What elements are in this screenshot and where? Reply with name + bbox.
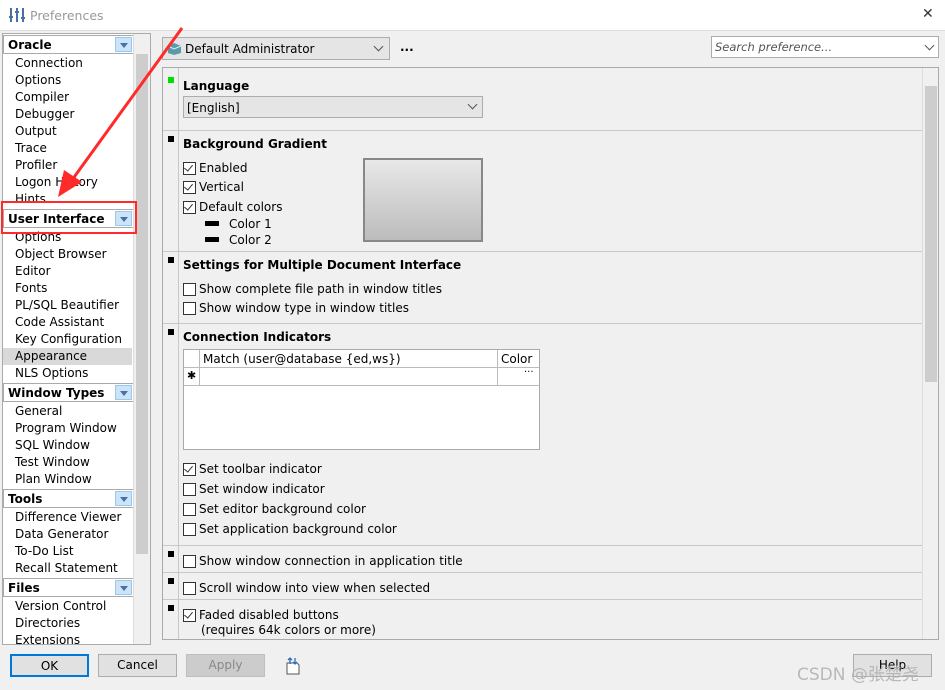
sidebar-item[interactable]: Options [3,229,132,246]
sidebar-item[interactable]: Hints [3,191,132,208]
gradient-preview [363,158,483,242]
gradient-vertical-checkbox[interactable]: Vertical [183,180,244,194]
sidebar-item[interactable]: Debugger [3,106,132,123]
color1-label: Color 1 [229,217,272,231]
sidebar-item[interactable]: Plan Window [3,471,132,488]
profile-select[interactable]: Default Administrator [162,37,390,60]
sidebar-item[interactable]: Data Generator [3,526,132,543]
sidebar-item[interactable]: To-Do List [3,543,132,560]
group-header-user-interface[interactable]: User Interface [3,209,134,228]
chevron-down-icon [924,40,935,51]
chevron-down-icon [373,41,384,52]
sidebar-item[interactable]: Object Browser [3,246,132,263]
profile-value: Default Administrator [185,42,315,56]
tree-scrollbar[interactable] [133,34,150,644]
sidebar-item[interactable]: Directories [3,615,132,632]
search-placeholder: Search preference... [715,40,833,54]
color1-swatch[interactable] [205,221,219,226]
sidebar-item[interactable]: NLS Options [3,365,132,382]
collapse-icon[interactable] [115,491,132,506]
modified-marker [168,77,174,83]
faded-note: (requires 64k colors or more) [201,623,376,637]
sidebar-item[interactable]: Key Configuration [3,331,132,348]
group-label: Oracle [8,38,52,52]
window-indicator-checkbox[interactable]: Set window indicator [183,482,325,496]
full-path-checkbox[interactable]: Show complete file path in window titles [183,282,442,296]
collapse-icon[interactable] [115,580,132,595]
search-preference-input[interactable]: Search preference... [711,36,939,58]
group-header-tools[interactable]: Tools [3,489,134,508]
window-title: Preferences [30,8,104,23]
sidebar-item[interactable]: Difference Viewer [3,509,132,526]
cancel-button[interactable]: Cancel [98,654,177,677]
sidebar-item[interactable]: PL/SQL Beautifier [3,297,132,314]
sidebar-item[interactable]: Program Window [3,420,132,437]
connection-indicators-heading: Connection Indicators [183,330,332,344]
close-button[interactable]: ✕ [922,6,934,22]
group-header-oracle[interactable]: Oracle [3,35,134,54]
column-header-color[interactable]: Color [501,352,532,366]
scroll-thumb[interactable] [136,54,148,554]
profile-icon [167,43,182,55]
sidebar-item[interactable]: Editor [3,263,132,280]
preferences-icon [9,8,25,22]
sidebar-item[interactable]: Output [3,123,132,140]
preferences-content: Language [English] Background Gradient E… [162,67,939,640]
sidebar-item[interactable]: Code Assistant [3,314,132,331]
gradient-enabled-checkbox[interactable]: Enabled [183,161,248,175]
default-colors-checkbox[interactable]: Default colors [183,200,282,214]
language-value: [English] [187,101,240,115]
language-select[interactable]: [English] [183,96,483,118]
group-label: Tools [8,492,43,506]
color2-label: Color 2 [229,233,272,247]
group-label: Window Types [8,386,105,400]
apply-button[interactable]: Apply [186,654,265,677]
sidebar-item[interactable]: Compiler [3,89,132,106]
profile-more-button[interactable]: ... [400,40,414,54]
sidebar-item[interactable]: Fonts [3,280,132,297]
sidebar-item[interactable]: Version Control [3,598,132,615]
ok-button[interactable]: OK [10,654,89,677]
scroll-into-view-checkbox[interactable]: Scroll window into view when selected [183,581,430,595]
group-label: User Interface [8,212,105,226]
sidebar-item[interactable]: Profiler [3,157,132,174]
group-header-files[interactable]: Files [3,578,134,597]
group-label: Files [8,581,40,595]
sidebar-item[interactable]: Extensions [3,632,132,644]
sidebar-item[interactable]: General [3,403,132,420]
sidebar-item[interactable]: Trace [3,140,132,157]
sidebar-item[interactable]: Appearance [3,348,132,365]
collapse-icon[interactable] [115,37,132,52]
app-bg-checkbox[interactable]: Set application background color [183,522,397,536]
watermark: CSDN @张楚尧 [797,665,919,685]
color2-swatch[interactable] [205,237,219,242]
category-tree: Oracle Connection Options Compiler Debugger O… [2,33,151,645]
mdi-heading: Settings for Multiple Document Interface [183,258,462,272]
editor-bg-checkbox[interactable]: Set editor background color [183,502,366,516]
show-connection-checkbox[interactable]: Show window connection in application ti… [183,554,463,568]
import-export-icon[interactable] [285,657,301,675]
connection-indicators-grid[interactable]: Match (user@database {ed,ws}) Color ✱ ··… [183,349,540,450]
scroll-thumb[interactable] [925,86,937,382]
chevron-down-icon [467,99,478,110]
content-scrollbar[interactable] [922,68,938,639]
sidebar-item[interactable]: Connection [3,55,132,72]
collapse-icon[interactable] [115,211,132,226]
title-bar: Preferences ✕ [0,0,945,31]
sidebar-item[interactable]: Recall Statement [3,560,132,577]
column-header-match[interactable]: Match (user@database {ed,ws}) [203,352,401,366]
sidebar-item[interactable]: Options [3,72,132,89]
toolbar-indicator-checkbox[interactable]: Set toolbar indicator [183,462,322,476]
window-type-checkbox[interactable]: Show window type in window titles [183,301,409,315]
sidebar-item[interactable]: Test Window [3,454,132,471]
collapse-icon[interactable] [115,385,132,400]
color-picker-button[interactable]: ··· [524,367,534,378]
group-header-window-types[interactable]: Window Types [3,383,134,402]
faded-buttons-checkbox[interactable]: Faded disabled buttons [183,608,339,622]
sidebar-item[interactable]: SQL Window [3,437,132,454]
sidebar-item[interactable]: Logon History [3,174,132,191]
language-heading: Language [183,79,250,93]
new-row-icon: ✱ [187,369,197,382]
gradient-heading: Background Gradient [183,137,327,151]
